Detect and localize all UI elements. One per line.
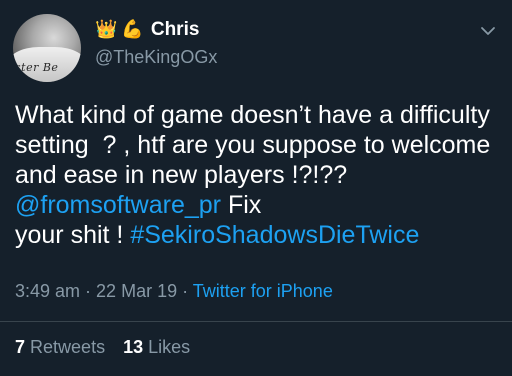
likes-label: Likes xyxy=(148,337,191,357)
tweet-header: 👑 💪 Chris @TheKingOGx xyxy=(95,16,472,68)
retweets-count: 7 xyxy=(15,337,26,357)
avatar-shirt-text: ster Be xyxy=(15,61,59,74)
crown-emoji-icon: 👑 xyxy=(95,19,118,40)
display-name[interactable]: Chris xyxy=(151,19,200,41)
tweet-card: ster Be 👑 💪 Chris @TheKingOGx What kind … xyxy=(0,0,512,376)
mention-link[interactable]: @fromsoftware_pr xyxy=(15,191,221,219)
tweet-text-segment: What kind of game doesn’t have xyxy=(15,101,380,129)
likes-stat[interactable]: 13 Likes xyxy=(123,337,190,357)
hashtag-link[interactable]: #SekiroShadowsDieTwice xyxy=(130,221,419,249)
tweet-source-link[interactable]: Twitter for iPhone xyxy=(193,281,333,301)
meta-separator: · xyxy=(177,281,193,301)
avatar[interactable]: ster Be xyxy=(13,14,81,82)
divider xyxy=(0,321,512,322)
meta-separator: · xyxy=(80,281,97,301)
chevron-down-icon[interactable] xyxy=(480,26,496,36)
tweet-meta: 3:49 am · 22 Mar 19 · Twitter for iPhone xyxy=(15,281,333,302)
tweet-text-segment: players !?!?? xyxy=(204,161,355,189)
retweets-label: Retweets xyxy=(30,337,106,357)
tweet-stats: 7 Retweets 13 Likes xyxy=(15,337,190,358)
tweet-text: What kind of game doesn’t have a difficu… xyxy=(15,100,501,250)
tweet-date[interactable]: 22 Mar 19 xyxy=(96,281,177,301)
user-handle[interactable]: @TheKingOGx xyxy=(95,47,472,68)
tweet-time[interactable]: 3:49 am xyxy=(15,281,80,301)
likes-count: 13 xyxy=(123,337,144,357)
muscle-emoji-icon: 💪 xyxy=(121,19,144,40)
retweets-stat[interactable]: 7 Retweets xyxy=(15,337,105,357)
name-row: 👑 💪 Chris xyxy=(95,16,472,44)
